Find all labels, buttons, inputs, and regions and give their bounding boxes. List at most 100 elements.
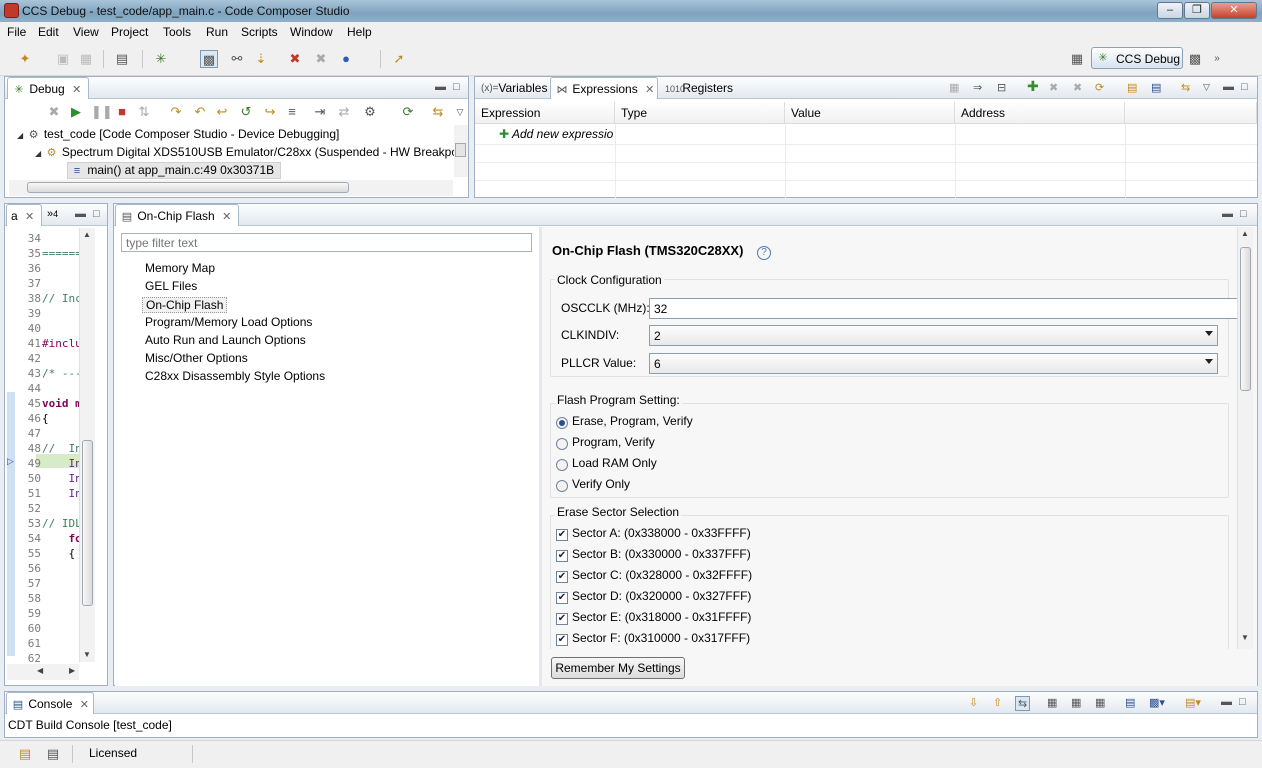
remember-my-settings-button[interactable]: Remember My Settings <box>551 657 685 679</box>
external-tools-icon[interactable]: ● <box>337 50 355 68</box>
tree-node-project[interactable]: ◢ ⚙ test_code [Code Composer Studio - De… <box>17 127 339 142</box>
radio-program-verify-label[interactable]: Program, Verify <box>572 435 655 449</box>
resume-icon[interactable]: ▶ <box>67 103 85 121</box>
checkbox-sector-d[interactable]: ✔ <box>556 592 568 604</box>
code-line[interactable]: // IDL <box>42 517 79 530</box>
col-value[interactable]: Value <box>785 102 955 124</box>
copy-icon[interactable]: ▦ <box>1047 696 1057 709</box>
code-line[interactable]: In <box>42 487 79 500</box>
code-line[interactable]: In <box>42 457 79 470</box>
code-line[interactable]: In <box>42 472 79 485</box>
paste-icon[interactable]: ▦ <box>1071 696 1081 709</box>
import-icon[interactable]: ▤ <box>1127 81 1137 94</box>
tab-on-chip-flash[interactable]: ▤ On-Chip Flash ✕ <box>115 204 239 226</box>
remove-terminated-icon[interactable]: ✖ <box>45 103 63 121</box>
tab-overflow[interactable]: »4 <box>43 204 65 226</box>
tab-registers[interactable]: 1010 Registers <box>661 77 737 99</box>
add-expression-row[interactable]: ✚ Add new expressio <box>499 127 615 141</box>
checkbox-sector-c[interactable]: ✔ <box>556 571 568 583</box>
reset-cpu-icon[interactable]: ⚙ <box>361 103 379 121</box>
menu-window[interactable]: Window <box>290 25 333 39</box>
more-perspectives-icon[interactable]: » <box>1208 50 1226 68</box>
radio-program-verify[interactable] <box>556 438 568 450</box>
minimize-icon[interactable]: ▬ <box>1222 208 1233 220</box>
tab-expressions[interactable]: ⋈ Expressions ✕ <box>550 77 658 99</box>
tab-app-main[interactable]: a ✕ <box>6 204 42 226</box>
print-icon[interactable]: ▤ <box>113 50 131 68</box>
close-tab-icon[interactable]: ✕ <box>25 211 34 223</box>
terminate-icon[interactable]: ■ <box>113 103 131 121</box>
expand-icon[interactable]: ⇒ <box>973 81 982 94</box>
radio-erase-program-verify-label[interactable]: Erase, Program, Verify <box>572 414 693 428</box>
debug-vertical-scrollbar[interactable] <box>454 125 468 177</box>
tree-node-frame[interactable]: ≡ main() at app_main.c:49 0x30371B <box>67 162 282 179</box>
tab-debug[interactable]: ✳ Debug ✕ <box>7 77 89 99</box>
sector-a-label[interactable]: Sector A: (0x338000 - 0x33FFFF) <box>572 526 751 540</box>
maximize-icon[interactable]: □ <box>1241 81 1248 93</box>
checkbox-sector-a[interactable]: ✔ <box>556 529 568 541</box>
sync-icon[interactable]: ⇆ <box>429 103 447 121</box>
sector-f-label[interactable]: Sector F: (0x310000 - 0x317FFF) <box>572 631 750 645</box>
reset-icon[interactable]: ⇄ <box>335 103 353 121</box>
save-icon[interactable]: ▣ <box>54 50 72 68</box>
refresh-icon[interactable]: ⟳ <box>399 103 417 121</box>
close-tab-icon[interactable]: ✕ <box>645 84 654 96</box>
editor-vertical-scrollbar[interactable]: ▲ ▼ <box>79 228 95 662</box>
close-tab-icon[interactable]: ✕ <box>80 699 89 711</box>
view-menu-icon[interactable]: ▽ <box>1203 82 1210 93</box>
sector-b-label[interactable]: Sector B: (0x330000 - 0x337FFF) <box>572 547 751 561</box>
radio-load-ram-only-label[interactable]: Load RAM Only <box>572 456 657 470</box>
code-line[interactable]: fo <box>42 532 79 545</box>
col-address[interactable]: Address <box>955 102 1125 124</box>
option-auto-run-launch[interactable]: Auto Run and Launch Options <box>145 333 306 347</box>
previous-icon[interactable]: ⇧ <box>993 696 1002 709</box>
minimize-button[interactable]: – <box>1157 2 1183 19</box>
col-expression[interactable]: Expression <box>475 102 615 124</box>
checkbox-sector-e[interactable]: ✔ <box>556 613 568 625</box>
assembly-step-into-icon[interactable]: ↪ <box>261 103 279 121</box>
remove-all-icon[interactable]: ✖ <box>1073 81 1082 94</box>
menu-run[interactable]: Run <box>206 25 228 39</box>
menu-tools[interactable]: Tools <box>163 25 191 39</box>
tab-variables[interactable]: (x)= Variables <box>477 77 549 99</box>
checkbox-sector-b[interactable]: ✔ <box>556 550 568 562</box>
col-type[interactable]: Type <box>615 102 785 124</box>
help-icon[interactable]: ? <box>757 246 772 260</box>
open-perspective-icon[interactable]: ▦ <box>1068 50 1086 68</box>
run-last-tool-icon[interactable]: ➚ <box>390 50 408 68</box>
checkbox-sector-f[interactable]: ✔ <box>556 634 568 646</box>
settings-vertical-scrollbar[interactable]: ▲ ▼ <box>1237 227 1253 649</box>
menu-file[interactable]: File <box>7 25 26 39</box>
sector-e-label[interactable]: Sector E: (0x318000 - 0x31FFFF) <box>572 610 751 624</box>
maximize-icon[interactable]: □ <box>93 208 100 220</box>
open-console-icon[interactable]: ▤▾ <box>1185 696 1201 709</box>
debug-icon[interactable]: ✳ <box>152 50 170 68</box>
option-program-memory-load[interactable]: Program/Memory Load Options <box>145 315 312 329</box>
code-line[interactable]: void m <box>42 397 79 410</box>
assembly-step-over-icon[interactable]: ↺ <box>237 103 255 121</box>
minimize-icon[interactable]: ▬ <box>1223 81 1234 93</box>
code-line[interactable]: ====== <box>42 247 79 260</box>
collapse-icon[interactable]: ⊟ <box>997 81 1006 94</box>
disconnect-icon[interactable]: ⇅ <box>135 103 153 121</box>
pllcr-select[interactable]: 6 <box>649 353 1218 374</box>
minimize-icon[interactable]: ▬ <box>1221 696 1232 708</box>
code-line[interactable]: // In <box>42 442 79 455</box>
collapse-all-icon[interactable]: ▦ <box>949 81 959 94</box>
next-icon[interactable]: ⇩ <box>969 696 978 709</box>
option-c28xx-disassembly[interactable]: C28xx Disassembly Style Options <box>145 369 325 383</box>
perspective-ccs-debug[interactable]: ✳ CCS Debug <box>1091 47 1183 69</box>
maximize-icon[interactable]: □ <box>453 81 460 93</box>
close-button[interactable]: ✕ <box>1211 2 1257 19</box>
other-perspective-icon[interactable]: ▩ <box>1186 50 1204 68</box>
debug-view-toggle-icon[interactable]: ▩ <box>200 50 218 68</box>
menu-project[interactable]: Project <box>111 25 148 39</box>
sync-icon[interactable]: ⇆ <box>1181 81 1190 94</box>
refresh-expressions-icon[interactable]: ⟳ <box>1095 81 1104 94</box>
code-line[interactable]: { <box>42 412 79 425</box>
debug-horizontal-scrollbar[interactable] <box>9 180 453 196</box>
remove-expression-icon[interactable]: ✖ <box>1049 81 1058 94</box>
step-into-icon[interactable]: ↷ <box>167 103 185 121</box>
filter-input[interactable] <box>121 233 532 252</box>
tree-node-emulator[interactable]: ◢ ⚙ Spectrum Digital XDS510USB Emulator/… <box>35 145 461 160</box>
